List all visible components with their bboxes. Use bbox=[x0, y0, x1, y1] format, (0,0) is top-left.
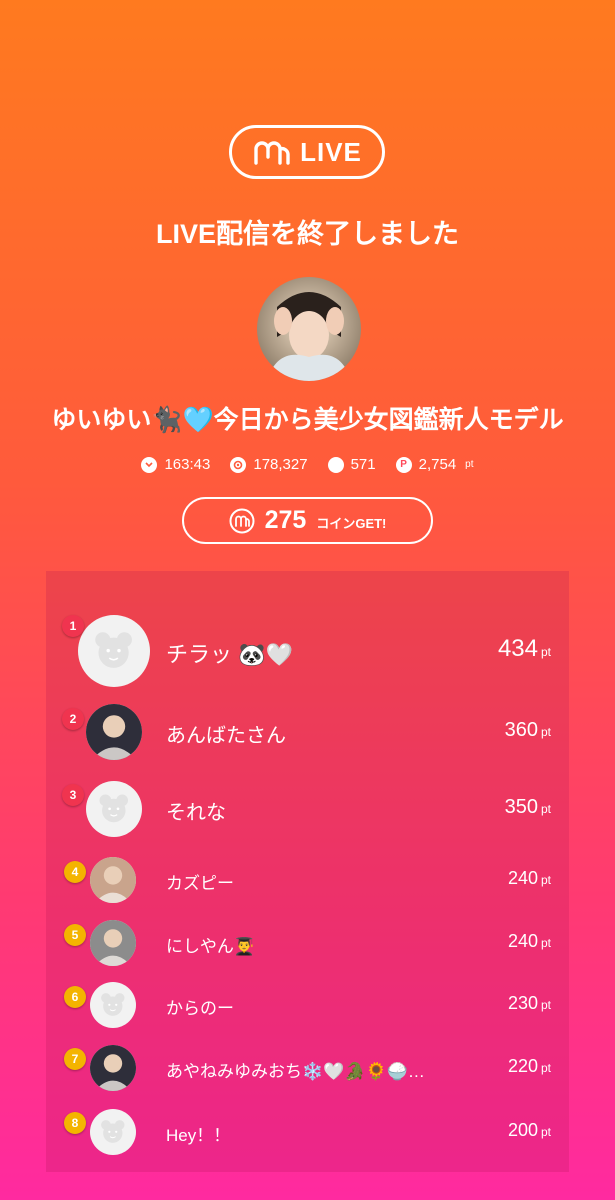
default-bear-icon bbox=[101, 1120, 125, 1144]
duration-stat: 163:43 bbox=[141, 456, 210, 473]
coin-icon bbox=[229, 508, 255, 533]
points-number: 230 bbox=[507, 993, 538, 1014]
rank-badge: 1 bbox=[62, 615, 84, 637]
default-bear-icon bbox=[99, 794, 129, 823]
user-photo bbox=[86, 704, 142, 760]
points-number: 360 bbox=[504, 719, 538, 741]
rank-badge: 8 bbox=[64, 1112, 86, 1134]
rank-badge: 4 bbox=[64, 861, 86, 883]
user-points: 220 pt bbox=[508, 1056, 551, 1077]
points-number: 220 bbox=[507, 1056, 538, 1077]
user-name: カズピー bbox=[166, 873, 234, 893]
clock-icon bbox=[141, 456, 158, 473]
points-unit: pt bbox=[540, 802, 551, 816]
stats-row: 163:43 178,327 571 P 2,754 pt bbox=[0, 456, 615, 473]
logo-text: LIVE bbox=[300, 136, 362, 167]
points-unit: pt bbox=[465, 459, 474, 470]
user-avatar[interactable] bbox=[90, 857, 136, 903]
user-avatar[interactable] bbox=[90, 1109, 136, 1155]
user-name: それな bbox=[166, 802, 226, 824]
rank-badge: 3 bbox=[62, 784, 84, 806]
comment-icon bbox=[327, 456, 344, 473]
points-number: 434 bbox=[497, 635, 538, 663]
points-number: 350 bbox=[504, 796, 538, 818]
user-points: 230 pt bbox=[508, 993, 551, 1014]
user-avatar[interactable] bbox=[86, 781, 142, 837]
comments-value: 571 bbox=[350, 456, 376, 473]
user-name: Hey！！ bbox=[166, 1125, 231, 1145]
user-photo bbox=[90, 920, 136, 966]
points-value: 2,754 bbox=[418, 456, 457, 473]
user-points: 240 pt bbox=[508, 931, 551, 952]
points-unit: pt bbox=[540, 1061, 551, 1076]
points-number: 240 bbox=[507, 931, 538, 952]
viewers-stat: 178,327 bbox=[230, 456, 308, 473]
mixchannel-live-logo: LIVE bbox=[229, 125, 385, 179]
rank-badge: 5 bbox=[64, 924, 86, 946]
m-logo-icon bbox=[254, 141, 290, 165]
user-points: 350 pt bbox=[505, 796, 551, 819]
page-title: LIVE配信を終了しました bbox=[155, 219, 459, 249]
points-icon: P bbox=[395, 456, 412, 473]
rank-badge: 2 bbox=[62, 708, 84, 730]
viewers-value: 178,327 bbox=[253, 456, 308, 473]
default-bear-icon bbox=[101, 993, 125, 1017]
user-points: 200 pt bbox=[508, 1120, 551, 1141]
coin-get-badge: 275 コインGET! bbox=[182, 497, 433, 544]
user-avatar[interactable] bbox=[90, 1045, 136, 1091]
default-bear-icon bbox=[95, 632, 133, 669]
points-unit: pt bbox=[540, 998, 551, 1013]
comments-stat: 571 bbox=[327, 456, 376, 473]
points-stat: P 2,754 pt bbox=[395, 456, 474, 473]
streamer-photo bbox=[257, 277, 361, 381]
user-avatar[interactable] bbox=[86, 704, 142, 760]
rank-badge: 6 bbox=[64, 986, 86, 1008]
user-name: にしやん👨‍🎓 bbox=[166, 936, 255, 956]
user-photo bbox=[90, 1045, 136, 1091]
user-name: あんばたさん bbox=[166, 725, 286, 747]
points-unit: pt bbox=[540, 873, 551, 888]
viewers-icon bbox=[230, 456, 247, 473]
points-unit: pt bbox=[540, 1125, 551, 1140]
user-name: あやねみゆみおち❄️🤍🐊🌻🍚… bbox=[166, 1061, 425, 1081]
streamer-avatar[interactable] bbox=[257, 277, 361, 381]
points-number: 200 bbox=[507, 1120, 538, 1141]
points-unit: pt bbox=[540, 725, 551, 739]
points-unit: pt bbox=[540, 645, 551, 660]
user-points: 360 pt bbox=[505, 719, 551, 742]
coin-label: コインGET! bbox=[316, 516, 387, 531]
user-points: 240 pt bbox=[508, 868, 551, 889]
rank-badge: 7 bbox=[64, 1048, 86, 1070]
points-unit: pt bbox=[540, 936, 551, 951]
user-name: チラッ 🐼🤍 bbox=[166, 641, 293, 667]
user-avatar[interactable] bbox=[78, 615, 150, 687]
user-avatar[interactable] bbox=[90, 982, 136, 1028]
ranking-list: 1 チラッ 🐼🤍 434 pt 2 あんばたさん 360 pt 3 それな 350 pt 4 カズピー 24… bbox=[46, 571, 569, 1172]
user-name: からのー bbox=[166, 998, 234, 1018]
user-points: 434 pt bbox=[498, 635, 551, 663]
streamer-name: ゆいゆい🐈‍⬛🩵今日から美少女図鑑新人モデル bbox=[51, 406, 564, 434]
coin-amount: 275 bbox=[264, 506, 307, 534]
duration-value: 163:43 bbox=[164, 456, 211, 473]
user-photo bbox=[90, 857, 136, 903]
user-avatar[interactable] bbox=[90, 920, 136, 966]
points-number: 240 bbox=[507, 868, 538, 889]
